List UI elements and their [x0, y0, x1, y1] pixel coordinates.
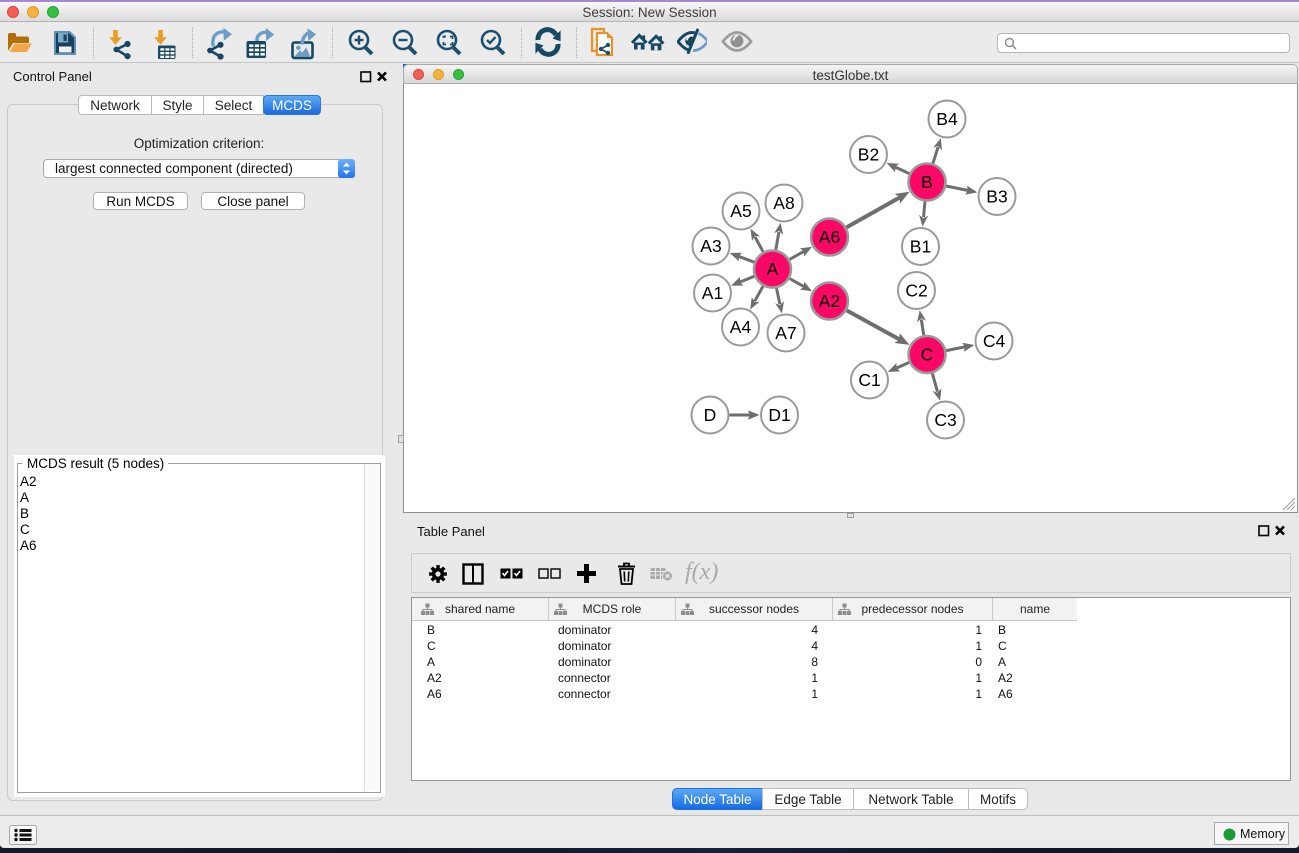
svg-text:A4: A4 [730, 317, 752, 337]
svg-text:B2: B2 [858, 145, 879, 165]
svg-text:B1: B1 [910, 237, 931, 257]
svg-text:B: B [921, 172, 933, 192]
svg-text:A6: A6 [819, 227, 840, 247]
svg-text:C2: C2 [905, 281, 927, 301]
svg-text:D1: D1 [768, 405, 790, 425]
svg-text:B4: B4 [936, 109, 958, 129]
svg-text:D: D [704, 405, 717, 425]
svg-text:A7: A7 [775, 323, 796, 343]
svg-text:C3: C3 [934, 410, 956, 430]
svg-text:C: C [921, 345, 934, 365]
svg-text:B3: B3 [986, 187, 1007, 207]
svg-text:A3: A3 [700, 236, 721, 256]
svg-text:A8: A8 [773, 193, 794, 213]
svg-text:A1: A1 [702, 283, 723, 303]
svg-text:A5: A5 [730, 201, 751, 221]
svg-text:A2: A2 [819, 291, 840, 311]
svg-text:C1: C1 [858, 370, 880, 390]
svg-text:A: A [767, 259, 779, 279]
svg-text:C4: C4 [983, 331, 1006, 351]
